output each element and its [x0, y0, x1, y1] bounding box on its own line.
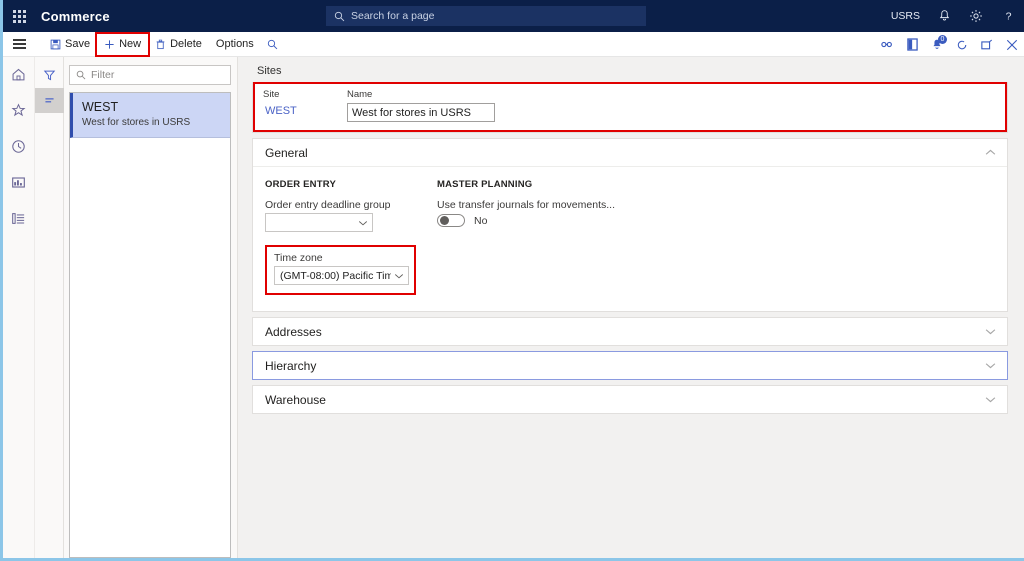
- page-body: Filter WEST West for stores in USRS Site…: [3, 57, 1024, 558]
- site-field-label: Site: [263, 89, 280, 100]
- navigation-rail: [3, 57, 35, 558]
- section-general-header[interactable]: General: [253, 139, 1007, 166]
- hamburger-menu-icon[interactable]: [3, 32, 35, 57]
- transfer-journals-toggle-row: No: [437, 214, 615, 227]
- main-content: Sites Site WEST Name General: [238, 57, 1024, 558]
- chevron-down-icon: [394, 271, 404, 281]
- save-disk-icon: [50, 39, 61, 50]
- chevron-down-icon[interactable]: [985, 328, 996, 335]
- order-entry-group: ORDER ENTRY Order entry deadline group T…: [265, 170, 437, 295]
- svg-text:?: ?: [1005, 11, 1011, 23]
- section-warehouse: Warehouse: [252, 385, 1008, 414]
- name-field-label: Name: [347, 89, 373, 100]
- home-icon[interactable]: [7, 63, 31, 85]
- list-view-rail: [34, 57, 64, 558]
- site-field-group: Site WEST: [263, 89, 323, 122]
- new-button[interactable]: New: [95, 31, 151, 57]
- delete-button-label: Delete: [170, 38, 202, 50]
- page-title: Sites: [257, 65, 282, 77]
- order-entry-deadline-label: Order entry deadline group: [265, 199, 391, 211]
- master-planning-group: MASTER PLANNING Use transfer journals fo…: [437, 170, 615, 295]
- app-brand-title: Commerce: [41, 8, 110, 24]
- options-button-label: Options: [215, 38, 254, 50]
- workspace-dashboard-icon[interactable]: [7, 171, 31, 193]
- section-hierarchy-header[interactable]: Hierarchy: [253, 352, 1007, 379]
- gear-icon[interactable]: [968, 0, 984, 32]
- plus-icon: [104, 39, 115, 50]
- save-button-label: Save: [65, 38, 91, 50]
- section-addresses-header[interactable]: Addresses: [253, 318, 1007, 345]
- notification-bell-icon[interactable]: 0: [931, 35, 947, 51]
- filter-input[interactable]: Filter: [69, 65, 231, 85]
- filter-funnel-icon[interactable]: [35, 63, 64, 88]
- filter-input-placeholder: Filter: [91, 69, 115, 81]
- order-entry-group-title: ORDER ENTRY: [265, 179, 336, 190]
- chevron-down-icon[interactable]: [985, 362, 996, 369]
- notification-count-badge: 0: [938, 35, 947, 44]
- name-input[interactable]: [347, 103, 495, 122]
- section-addresses-title: Addresses: [265, 324, 322, 339]
- action-pane-right-icons: 0: [880, 32, 1018, 57]
- action-pane-toolbar: Save New Delete Options 0: [3, 31, 1024, 57]
- module-list-icon[interactable]: [7, 207, 31, 229]
- list-lines-icon[interactable]: [34, 88, 64, 113]
- transfer-journals-label: Use transfer journals for movements...: [437, 199, 615, 211]
- section-hierarchy-title: Hierarchy: [265, 358, 317, 373]
- company-selector[interactable]: USRS: [891, 0, 920, 32]
- open-in-new-window-icon[interactable]: [981, 39, 993, 50]
- close-x-icon[interactable]: [1006, 39, 1018, 51]
- records-list-pane: Filter WEST West for stores in USRS: [64, 57, 238, 558]
- toolbar-buttons: Save New Delete Options: [43, 31, 278, 57]
- global-search-input[interactable]: Search for a page: [326, 6, 646, 26]
- list-item-subtitle: West for stores in USRS: [82, 117, 191, 128]
- chevron-down-icon[interactable]: [985, 396, 996, 403]
- name-field-group: Name: [347, 89, 495, 122]
- section-addresses: Addresses: [252, 317, 1008, 346]
- section-general-body: ORDER ENTRY Order entry deadline group T…: [253, 166, 1007, 311]
- refresh-circle-icon[interactable]: [956, 39, 968, 51]
- transfer-journals-toggle[interactable]: [437, 214, 465, 227]
- chevron-down-icon: [358, 218, 368, 228]
- bell-icon[interactable]: [936, 0, 952, 32]
- star-favorites-icon[interactable]: [7, 99, 31, 121]
- section-general: General ORDER ENTRY Order entry deadline…: [252, 138, 1008, 312]
- section-hierarchy: Hierarchy: [252, 351, 1008, 380]
- timezone-value: (GMT-08:00) Pacific Time (US ...: [280, 269, 391, 282]
- save-button[interactable]: Save: [43, 34, 97, 55]
- app-window: Commerce Search for a page USRS ? Save N…: [0, 0, 1024, 561]
- attach-link-icon[interactable]: [880, 39, 894, 50]
- master-planning-group-title: MASTER PLANNING: [437, 179, 533, 190]
- question-mark-icon[interactable]: ?: [1000, 0, 1016, 32]
- section-warehouse-title: Warehouse: [265, 392, 326, 407]
- global-search-placeholder: Search for a page: [351, 10, 435, 22]
- timezone-highlight-box: Time zone (GMT-08:00) Pacific Time (US .…: [265, 245, 416, 295]
- toggle-knob: [440, 216, 449, 225]
- list-item-title: WEST: [82, 100, 119, 114]
- record-header-card: Site WEST Name: [252, 82, 1008, 133]
- site-value-link[interactable]: WEST: [263, 103, 323, 119]
- new-button-label: New: [119, 38, 142, 50]
- timezone-dropdown[interactable]: (GMT-08:00) Pacific Time (US ...: [274, 266, 409, 285]
- search-icon: [334, 11, 345, 21]
- list-item[interactable]: WEST West for stores in USRS: [70, 93, 230, 138]
- order-entry-deadline-dropdown[interactable]: [265, 213, 373, 232]
- search-icon: [76, 70, 86, 80]
- transfer-journals-value: No: [474, 214, 488, 227]
- chevron-up-icon[interactable]: [985, 149, 996, 156]
- section-general-title: General: [265, 145, 308, 160]
- toolbar-search-icon[interactable]: [267, 39, 278, 50]
- trash-can-icon: [155, 39, 166, 50]
- top-right-controls: USRS ?: [891, 0, 1016, 32]
- timezone-label: Time zone: [274, 252, 323, 264]
- records-list: WEST West for stores in USRS: [69, 92, 231, 558]
- clock-recent-icon[interactable]: [7, 135, 31, 157]
- waffle-grid-icon[interactable]: [3, 0, 35, 32]
- options-button[interactable]: Options: [209, 34, 261, 55]
- office-app-icon[interactable]: [907, 38, 918, 51]
- top-navigation-bar: Commerce Search for a page USRS ?: [3, 0, 1024, 32]
- waffle-grid-dots: [12, 9, 26, 23]
- section-warehouse-header[interactable]: Warehouse: [253, 386, 1007, 413]
- delete-button[interactable]: Delete: [148, 34, 209, 55]
